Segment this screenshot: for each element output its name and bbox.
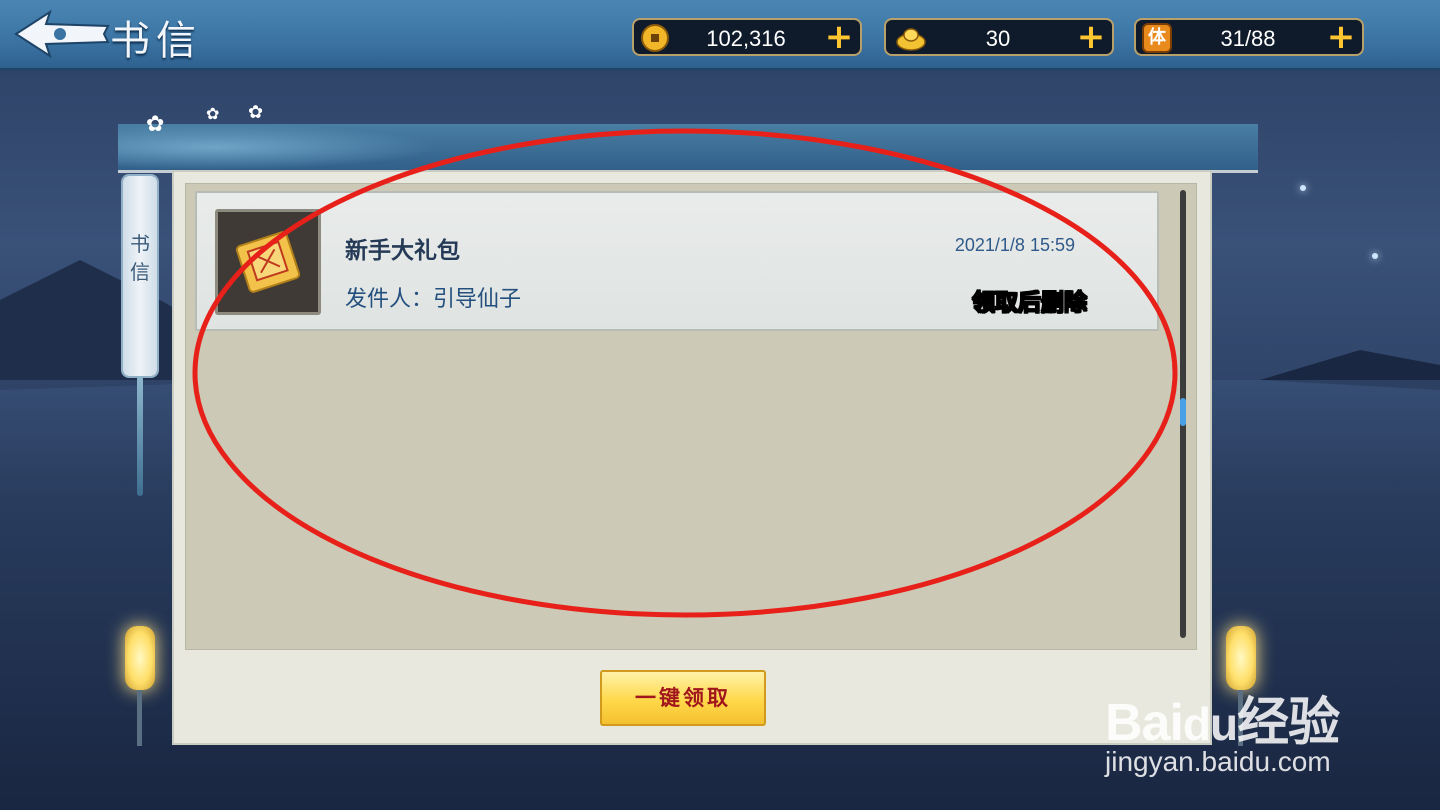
blossom-icon: ✿ xyxy=(206,104,220,123)
star xyxy=(1372,253,1378,259)
watermark-logo: Baidu经验 xyxy=(1105,694,1340,752)
add-stamina-button[interactable]: + xyxy=(1326,20,1356,54)
back-arrow-icon xyxy=(14,9,110,59)
stamina-icon: 体 xyxy=(1142,23,1172,53)
claim-all-label: 一键领取 xyxy=(635,685,731,710)
gift-scroll-icon xyxy=(235,231,301,293)
mail-item-icon-frame xyxy=(215,209,321,315)
copper-coin-counter: 102,316 + xyxy=(632,18,862,56)
add-copper-coin-button[interactable]: + xyxy=(824,20,854,54)
blossom-icon: ✿ xyxy=(146,112,165,137)
lantern-icon xyxy=(125,626,155,690)
star xyxy=(1300,185,1306,191)
panel-header-frame xyxy=(118,124,1258,173)
mail-list-item[interactable]: 新手大礼包 发件人：引导仙子 2021/1/8 15:59 领取后删除 xyxy=(195,191,1159,331)
cloud-swirl-decoration xyxy=(118,124,438,170)
claim-all-button[interactable]: 一键领取 xyxy=(600,670,766,726)
add-gold-ingot-button[interactable]: + xyxy=(1076,20,1106,54)
baidu-watermark: Baidu经验 jingyan.baidu.com xyxy=(1105,670,1375,780)
back-button[interactable] xyxy=(8,4,118,64)
copper-coin-icon xyxy=(641,24,669,52)
lantern-pole xyxy=(137,690,142,746)
copper-coin-value: 102,316 xyxy=(706,26,786,51)
mail-timestamp: 2021/1/8 15:59 xyxy=(954,235,1075,255)
watermark-url: jingyan.baidu.com xyxy=(1105,746,1331,777)
stamina-counter: 体 31/88 + xyxy=(1134,18,1364,56)
sidebar-tab-label: 书 信 xyxy=(130,232,150,284)
mail-delete-note: 领取后删除 xyxy=(972,290,1088,317)
scrollbar-thumb[interactable] xyxy=(1180,398,1186,426)
tassel-decoration xyxy=(137,376,143,496)
page-title: 书信 xyxy=(110,18,202,64)
stamina-value: 31/88 xyxy=(1220,26,1276,51)
stamina-icon-label: 体 xyxy=(1148,27,1166,48)
mail-title: 新手大礼包 xyxy=(345,238,460,264)
top-bar: 书信 102,316 + 30 + 体 31/88 + xyxy=(0,0,1440,70)
sidebar-tab-letters[interactable]: 书 信 xyxy=(123,176,157,376)
blossom-icon: ✿ xyxy=(248,102,264,123)
gold-ingot-value: 30 xyxy=(985,26,1011,51)
gold-ingot-counter: 30 + xyxy=(884,18,1114,56)
mail-sender: 发件人：引导仙子 xyxy=(345,287,522,312)
